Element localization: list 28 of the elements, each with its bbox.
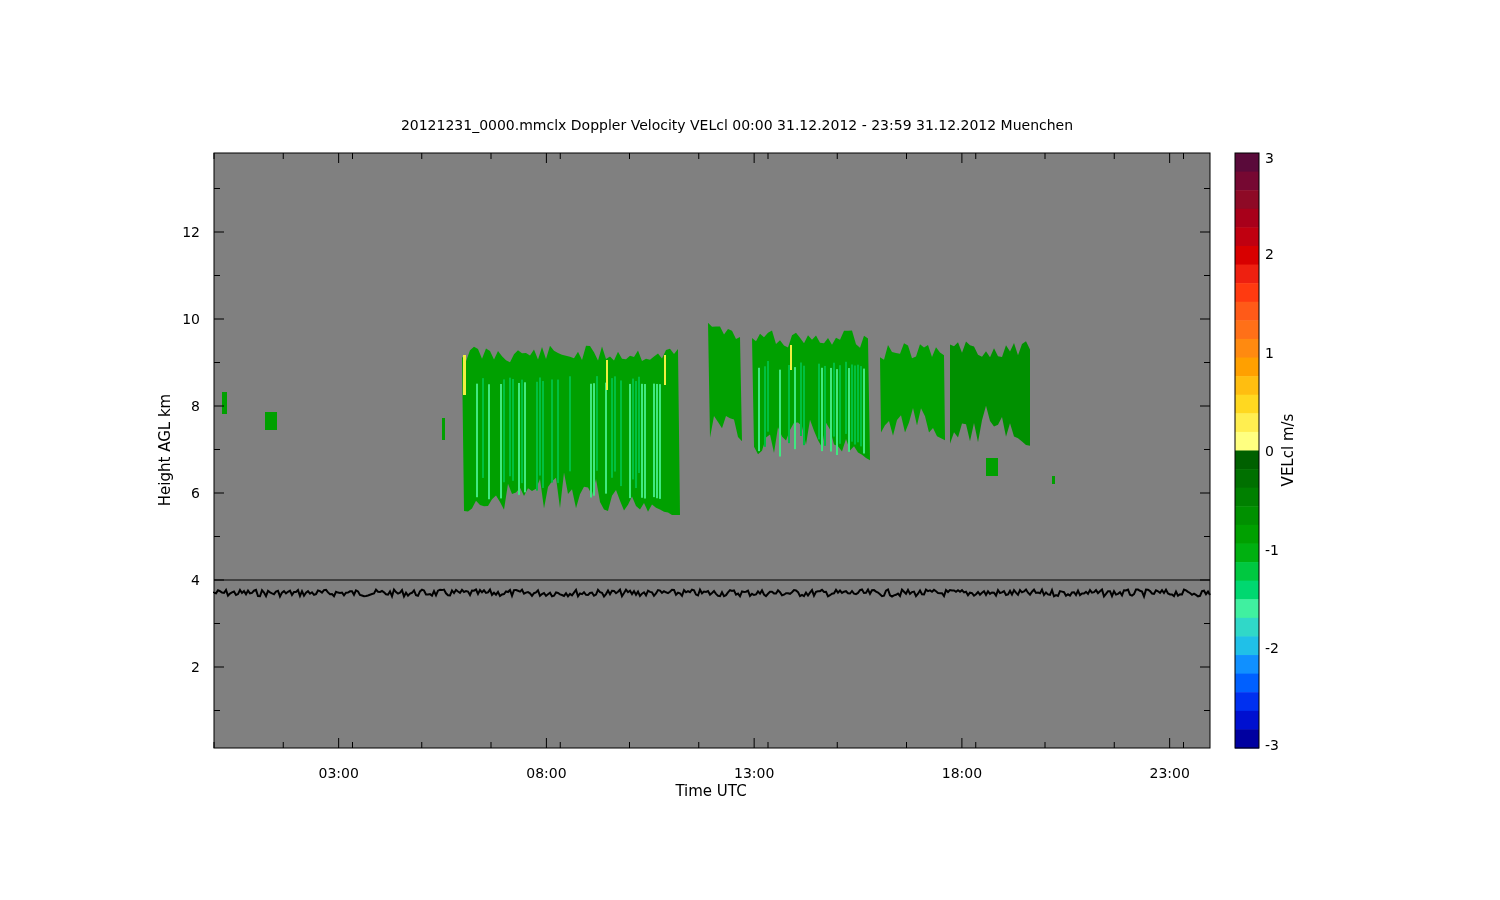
tick-label: 8	[191, 398, 200, 414]
axis-label: Time UTC	[675, 782, 747, 800]
tick-label: 2	[191, 659, 200, 675]
tick-label: -3	[1265, 736, 1279, 753]
tick-label: 13:00	[733, 765, 775, 781]
cloud-echo	[265, 412, 277, 430]
tick-label: 0	[1265, 443, 1274, 459]
tick-label: 2	[1265, 246, 1274, 262]
tick-label: 12	[182, 224, 200, 240]
tick-label: -1	[1265, 541, 1279, 558]
chart-title: 20121231_0000.mmclx Doppler Velocity VELcl 00:00 31.12.2012 - 23:59 31.12.2012 Muenchen	[400, 117, 1074, 133]
cloud-echo	[442, 418, 445, 440]
tick-label: -2	[1265, 640, 1279, 656]
tick-label: 6	[191, 485, 200, 501]
axis-label: Height AGL km	[156, 393, 174, 507]
tick-label: 3	[1265, 149, 1274, 166]
tick-label: 4	[191, 572, 200, 588]
tick-label: 1	[1265, 344, 1274, 361]
axis-label: VELcl m/s	[1279, 413, 1297, 487]
tick-label: 08:00	[526, 765, 567, 781]
cloud-echo	[986, 458, 998, 476]
tick-label: 23:00	[1149, 765, 1190, 781]
tick-label: 10	[182, 311, 200, 327]
tick-label: 03:00	[318, 765, 359, 781]
tick-label: 18:00	[941, 765, 983, 781]
cloud-echo	[1052, 476, 1055, 484]
cloud-echo	[222, 392, 227, 414]
echo-streak	[463, 355, 466, 395]
